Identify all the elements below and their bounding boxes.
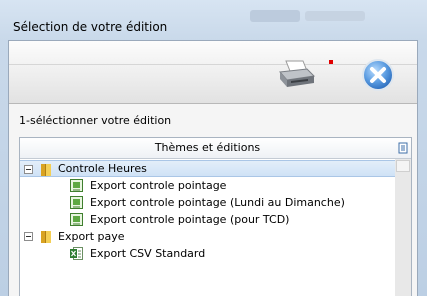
tree-item-label: Export controle pointage (Lundi au Diman… bbox=[90, 196, 345, 209]
red-marker bbox=[329, 60, 333, 64]
edition-selection-window: Sélection de votre édition 1-séléctionne… bbox=[0, 0, 427, 296]
window-title: Sélection de votre édition bbox=[13, 20, 168, 34]
report-icon bbox=[70, 196, 83, 209]
close-icon[interactable] bbox=[361, 58, 395, 92]
column-chooser-icon[interactable] bbox=[395, 138, 411, 159]
scrollbar-up-arrow[interactable] bbox=[396, 160, 410, 172]
toolbar-divider bbox=[9, 64, 417, 65]
tree-group-label: Export paye bbox=[58, 230, 125, 243]
title-bar-blurred-text bbox=[250, 10, 300, 22]
tree-item-label: Export controle pointage (pour TCD) bbox=[90, 213, 290, 226]
column-header-themes[interactable]: Thèmes et éditions bbox=[20, 138, 396, 159]
tree-item[interactable]: Export CSV Standard bbox=[20, 245, 395, 262]
window-client-area: 1-séléctionner votre édition Thèmes et é… bbox=[8, 40, 418, 296]
collapse-icon[interactable] bbox=[24, 165, 33, 174]
report-icon bbox=[70, 179, 83, 192]
toolbar bbox=[9, 41, 417, 104]
tree-group-controle-heures[interactable]: Controle Heures bbox=[20, 160, 395, 177]
tree-item[interactable]: Export controle pointage (Lundi au Diman… bbox=[20, 194, 395, 211]
tree-item-label: Export controle pointage bbox=[90, 179, 227, 192]
tree-item-label: Export CSV Standard bbox=[90, 247, 206, 260]
folder-icon bbox=[41, 164, 51, 176]
section-label: 1-séléctionner votre édition bbox=[19, 114, 172, 127]
tree-group-export-paye[interactable]: Export paye bbox=[20, 228, 395, 245]
tree-group-label: Controle Heures bbox=[58, 162, 147, 175]
folder-icon bbox=[41, 231, 51, 243]
title-bar[interactable]: Sélection de votre édition bbox=[0, 0, 427, 40]
printer-icon[interactable] bbox=[277, 58, 317, 92]
report-icon bbox=[70, 213, 83, 226]
vertical-scrollbar[interactable] bbox=[395, 159, 411, 296]
collapse-icon[interactable] bbox=[24, 232, 33, 241]
title-bar-blurred-text bbox=[305, 11, 365, 21]
excel-csv-icon bbox=[70, 247, 83, 260]
tree-item[interactable]: Export controle pointage bbox=[20, 177, 395, 194]
editions-tree-grid[interactable]: Thèmes et éditions Controle Heures Expor… bbox=[19, 137, 412, 296]
tree-item[interactable]: Export controle pointage (pour TCD) bbox=[20, 211, 395, 228]
